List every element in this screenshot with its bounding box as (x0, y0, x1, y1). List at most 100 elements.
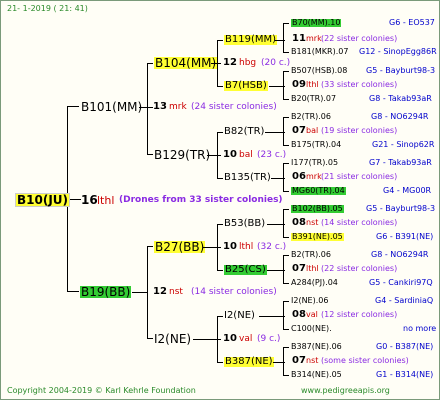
connector (217, 270, 223, 271)
l3-sister-note: (33 sister colonies) (321, 80, 398, 89)
l4-queen-id[interactable]: B314(NE).05 (291, 371, 342, 379)
connector (283, 301, 284, 330)
l1-sister-note: (24 sister colonies) (191, 102, 277, 112)
l4-lineage: G5 - Cankiri97Q (369, 278, 433, 287)
connector (283, 23, 289, 24)
root-queen-id[interactable]: B10(JU) (15, 193, 71, 207)
l3-drone-count: 08 (292, 217, 306, 228)
l3-drone-origin: nst (306, 356, 319, 365)
l3-queen-id[interactable]: B119(MM) (224, 35, 278, 45)
l3-sister-note: (14 sister colonies) (321, 218, 398, 227)
l1-sister-note: (14 sister colonies) (191, 287, 277, 297)
l4-queen-id[interactable]: B175(TR).04 (291, 141, 341, 149)
l4-lineage: G0 - B387(NE) (376, 342, 434, 351)
l1-queen-id[interactable]: B19(BB) (80, 286, 132, 298)
l4-queen-id[interactable]: B20(TR).07 (291, 95, 336, 103)
connector (283, 255, 284, 284)
connector (283, 209, 289, 210)
l2-queen-id[interactable]: B27(BB) (154, 241, 206, 253)
l3-drone-count: 07 (292, 263, 306, 274)
l2-drone-origin: hbg (239, 58, 257, 68)
connector (283, 255, 289, 256)
l3-sister-note: (22 sister colonies) (321, 264, 398, 273)
l2-drone-origin: lthl (239, 242, 254, 252)
l3-drone-origin: mrk (306, 34, 322, 43)
connector (147, 63, 148, 155)
connector (283, 191, 289, 192)
l3-queen-id[interactable]: B135(TR) (224, 173, 271, 183)
l4-queen-id[interactable]: B507(HSB).08 (291, 67, 347, 75)
l4-queen-id[interactable]: B387(NE).06 (291, 343, 342, 351)
l4-queen-id[interactable]: B2(TR).06 (291, 251, 331, 259)
l4-queen-id[interactable]: B181(MKR).07 (291, 48, 348, 56)
l2-sister-note: (23 c.) (257, 150, 287, 160)
pedigree-frame: 21- 1-2019 ( 21: 41) B10(JU) 16 lthl (Dr… (0, 0, 440, 400)
connector (283, 71, 284, 100)
l4-queen-id[interactable]: B70(MM).10 (291, 19, 342, 27)
l2-drone-origin: bal (239, 150, 253, 160)
connector (283, 375, 289, 376)
connector (283, 117, 289, 118)
connector (147, 338, 153, 339)
l1-queen-id[interactable]: B101(MM) (81, 101, 142, 113)
l2-drone-count: 10 (223, 241, 237, 252)
l2-sister-note: (20 c.) (261, 58, 291, 68)
l1-drone-origin: nst (169, 287, 183, 297)
l3-drone-origin: mrk (306, 172, 322, 181)
connector (147, 154, 153, 155)
connector (265, 132, 285, 133)
l3-sister-note: (19 sister colonies) (321, 126, 398, 135)
copyright-footer: Copyright 2004-2019 © Karl Kehrle Founda… (7, 386, 196, 395)
connector (203, 247, 221, 248)
l2-drone-count: 10 (223, 149, 237, 160)
connector (283, 163, 289, 164)
l3-drone-count: 07 (292, 125, 306, 136)
l4-queen-id[interactable]: A284(PJ).04 (291, 279, 338, 287)
connector (217, 362, 223, 363)
connector (283, 301, 289, 302)
root-drone-origin: lthl (97, 194, 115, 207)
connector (217, 224, 223, 225)
connector (217, 224, 218, 271)
l3-drone-count: 07 (292, 355, 306, 366)
connector (67, 291, 79, 292)
timestamp-header: 21- 1-2019 ( 21: 41) (7, 4, 88, 13)
l3-sister-note: (22 sister colonies) (321, 34, 398, 43)
l3-sister-note: (some sister colonies) (321, 356, 409, 365)
l3-queen-id[interactable]: B53(BB) (224, 219, 265, 229)
l2-queen-id[interactable]: B129(TR) (154, 149, 210, 161)
l4-queen-id[interactable]: I177(TR).05 (291, 159, 338, 167)
l1-drone-origin: mrk (169, 102, 187, 112)
l3-drone-origin: lthl (306, 80, 319, 89)
l2-queen-id[interactable]: I2(NE) (154, 333, 191, 345)
connector (283, 52, 289, 53)
connector (283, 347, 289, 348)
connector (283, 163, 284, 192)
l4-queen-id[interactable]: B391(NE).05 (291, 233, 344, 241)
l4-queen-id[interactable]: I2(NE).06 (291, 297, 328, 305)
l4-queen-id[interactable]: B102(BB).05 (291, 205, 344, 213)
l4-queen-id[interactable]: MG60(TR).04 (291, 187, 346, 195)
root-drone-count: 16 (81, 193, 98, 207)
l4-lineage: no more (403, 324, 437, 333)
l4-queen-id[interactable]: C100(NE). (291, 325, 332, 333)
connector (217, 132, 223, 133)
l3-drone-origin: val (306, 310, 318, 319)
l3-queen-id[interactable]: I2(NE) (224, 311, 255, 321)
l3-queen-id[interactable]: B25(CS) (224, 265, 267, 275)
l2-queen-id[interactable]: B104(MM) (154, 57, 218, 69)
l2-drone-count: 10 (223, 333, 237, 344)
l2-drone-count: 12 (223, 57, 237, 68)
connector (283, 99, 289, 100)
l3-queen-id[interactable]: B82(TR) (224, 127, 264, 137)
connector (147, 246, 153, 247)
connector (283, 23, 284, 52)
connector (259, 316, 285, 317)
l4-lineage: G5 - Bayburt98-3 (366, 66, 436, 75)
l3-queen-id[interactable]: B7(HSB) (224, 81, 268, 91)
l4-lineage: G8 - NO6294R (371, 250, 429, 259)
website-link[interactable]: www.pedigreeapis.org (301, 387, 390, 395)
l3-queen-id[interactable]: B387(NE) (224, 357, 274, 367)
l4-queen-id[interactable]: B2(TR).06 (291, 113, 331, 121)
connector (283, 283, 289, 284)
